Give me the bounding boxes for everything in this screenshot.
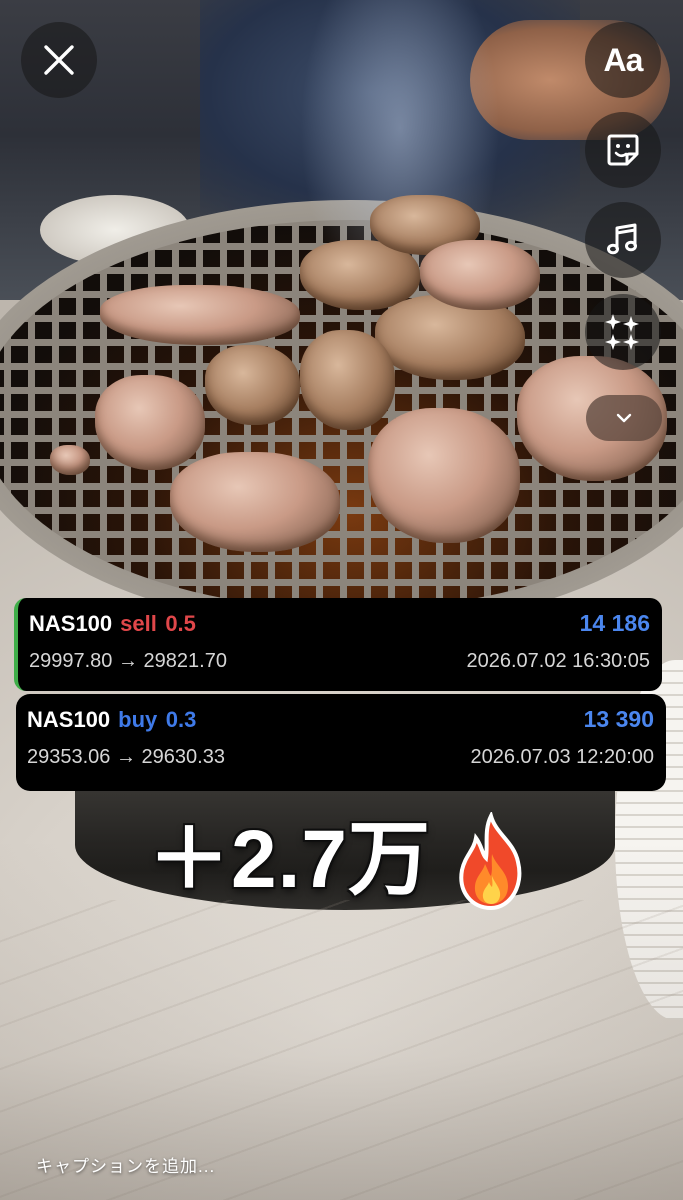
trade-side: sell xyxy=(120,611,157,636)
expand-tools-button[interactable] xyxy=(586,395,662,441)
meat-piece xyxy=(205,345,300,425)
caption-input[interactable]: キャプションを追加... xyxy=(36,1152,215,1177)
meat-piece xyxy=(300,330,395,430)
meat-piece xyxy=(95,375,205,470)
trade-time: 2026.07.03 12:20:00 xyxy=(470,746,654,768)
trade-prices: 29353.06 → 29630.33 xyxy=(27,746,225,768)
music-button[interactable] xyxy=(585,202,661,278)
meat-piece xyxy=(170,452,340,552)
text-tool-label: Aa xyxy=(603,41,644,78)
trade-card[interactable]: NAS100 sell 0.5 14 186 29997.80 → 29821.7… xyxy=(14,598,662,691)
meat-piece xyxy=(420,240,540,310)
sticker-icon xyxy=(607,134,639,166)
meat-piece xyxy=(100,285,300,345)
trade-profit: 14 186 xyxy=(579,610,650,636)
text-tool-button[interactable]: Aa xyxy=(585,22,661,98)
trade-symbol: NAS100 xyxy=(27,707,111,732)
sticker-text[interactable]: ＋2.7万 xyxy=(148,796,431,906)
trade-volume: 0.5 xyxy=(165,611,196,636)
trade-card[interactable]: NAS100 buy 0.3 13 390 29353.06 → 29630.33… xyxy=(16,694,666,791)
trade-side: buy xyxy=(118,707,158,732)
meat-piece xyxy=(50,445,90,475)
music-note-icon xyxy=(607,223,637,255)
trade-volume: 0.3 xyxy=(165,707,197,732)
fire-icon[interactable] xyxy=(452,812,530,912)
chevron-down-icon xyxy=(616,413,632,423)
sticker-button[interactable] xyxy=(585,112,661,188)
trade-symbol: NAS100 xyxy=(29,611,113,636)
trade-time: 2026.07.02 16:30:05 xyxy=(466,650,650,672)
trade-profit: 13 390 xyxy=(583,706,654,732)
close-icon xyxy=(44,45,74,75)
trade-prices: 29997.80 → 29821.70 xyxy=(29,650,227,672)
effects-button[interactable] xyxy=(585,294,661,370)
meat-piece xyxy=(368,408,520,543)
close-button[interactable] xyxy=(21,22,97,98)
sparkles-icon xyxy=(605,314,639,350)
